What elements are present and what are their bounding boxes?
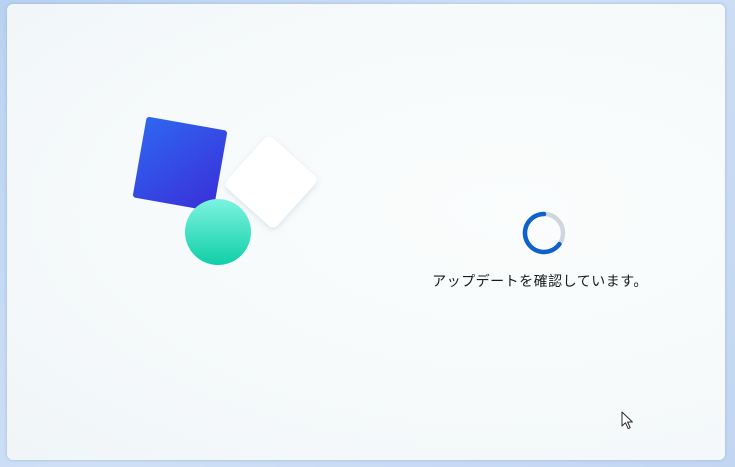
status-message: アップデートを確認しています。 xyxy=(432,274,648,290)
teal-circle-shape xyxy=(185,199,251,265)
mouse-pointer-icon xyxy=(621,411,635,431)
loading-spinner-icon xyxy=(520,209,568,257)
setup-window: アップデートを確認しています。 xyxy=(7,4,725,460)
blue-square-shape xyxy=(132,116,228,212)
welcome-illustration xyxy=(132,116,317,265)
